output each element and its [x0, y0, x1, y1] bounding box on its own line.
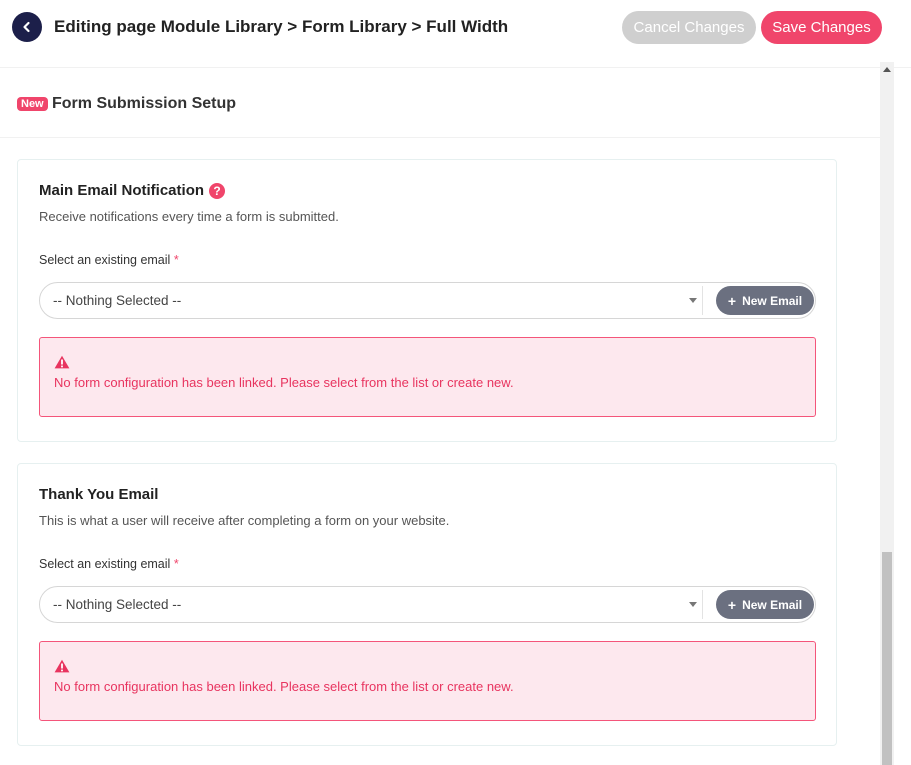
field-label-text: Select an existing email	[39, 253, 171, 267]
scroll-thumb[interactable]	[882, 552, 892, 765]
chevron-left-icon	[23, 21, 30, 33]
thank-you-email-card: Thank You Email This is what a user will…	[17, 463, 837, 746]
card-title: Thank You Email	[39, 486, 158, 503]
card-title: Main Email Notification ?	[39, 182, 226, 199]
select-value: -- Nothing Selected --	[53, 293, 182, 308]
back-button[interactable]	[12, 12, 42, 42]
alert-text: No form configuration has been linked. P…	[54, 375, 514, 390]
card-description: This is what a user will receive after c…	[39, 513, 450, 528]
section-title: Form Submission Setup	[52, 95, 237, 112]
card-title-text: Main Email Notification	[39, 182, 205, 199]
alert-text: No form configuration has been linked. P…	[54, 679, 514, 694]
top-header: Editing page Module Library > Form Libra…	[0, 0, 911, 68]
field-label-text: Select an existing email	[39, 557, 171, 571]
question-circle-icon[interactable]: ?	[209, 182, 226, 199]
required-mark: *	[173, 253, 179, 267]
plus-icon: +	[727, 292, 737, 309]
card-title-text: Thank You Email	[39, 486, 159, 503]
required-mark: *	[173, 557, 179, 571]
error-alert: No form configuration has been linked. P…	[39, 641, 816, 721]
select-divider	[702, 286, 703, 315]
field-label: Select an existing email *	[39, 253, 179, 267]
card-description: Receive notifications every time a form …	[39, 209, 339, 224]
plus-icon: +	[727, 596, 737, 613]
new-email-label: New Email	[742, 293, 803, 308]
section-header: New Form Submission Setup	[0, 70, 880, 138]
new-email-label: New Email	[742, 597, 803, 612]
main-email-notification-card: Main Email Notification ? Receive notifi…	[17, 159, 837, 442]
save-changes-button[interactable]: Save Changes	[761, 11, 882, 44]
scroll-up-arrow-icon[interactable]	[883, 67, 891, 72]
new-email-button[interactable]: + New Email	[716, 590, 814, 619]
email-select[interactable]: -- Nothing Selected -- + New Email	[39, 586, 816, 623]
warning-triangle-icon	[54, 355, 70, 369]
caret-down-icon[interactable]	[689, 298, 697, 303]
email-select[interactable]: -- Nothing Selected -- + New Email	[39, 282, 816, 319]
page-title: Editing page Module Library > Form Libra…	[54, 17, 509, 36]
vertical-scrollbar[interactable]	[880, 62, 894, 765]
field-label: Select an existing email *	[39, 557, 179, 571]
new-email-button[interactable]: + New Email	[716, 286, 814, 315]
caret-down-icon[interactable]	[689, 602, 697, 607]
new-badge: New	[17, 97, 48, 111]
error-alert: No form configuration has been linked. P…	[39, 337, 816, 417]
cancel-changes-button[interactable]: Cancel Changes	[622, 11, 756, 44]
select-value: -- Nothing Selected --	[53, 597, 182, 612]
select-divider	[702, 590, 703, 619]
warning-triangle-icon	[54, 659, 70, 673]
